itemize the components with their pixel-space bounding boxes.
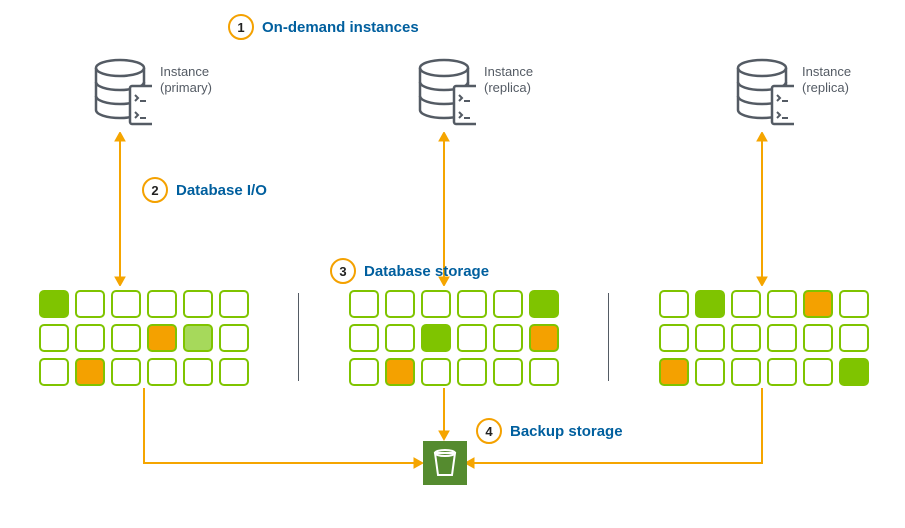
bucket-icon — [423, 441, 467, 485]
callout-label-4: Backup storage — [510, 423, 623, 440]
callout-number-4: 4 — [476, 418, 502, 444]
callout-backup-storage: 4 Backup storage — [476, 418, 623, 444]
